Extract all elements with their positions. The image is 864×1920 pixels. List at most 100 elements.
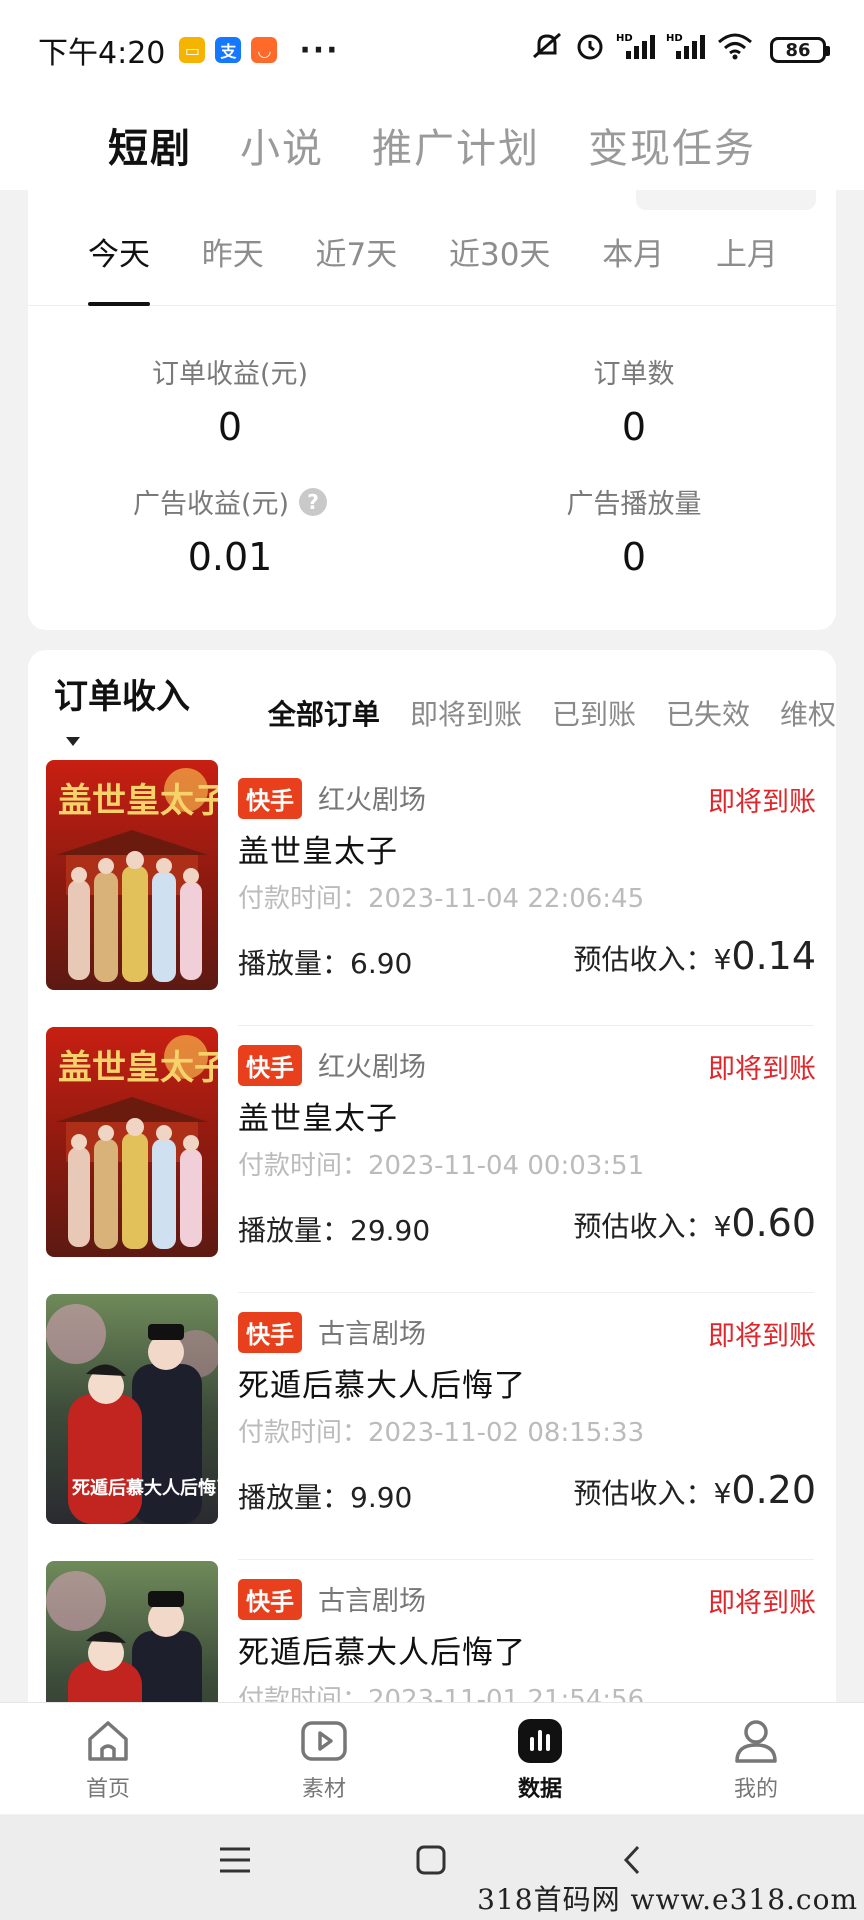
more-notifications-icon: ··· [299, 32, 340, 68]
platform-badge: 快手 [238, 778, 302, 819]
ad-plays-stat: 广告播放量 0 [432, 482, 836, 579]
shopping-app-icon: ◡ [251, 37, 278, 63]
order-item[interactable]: 盖世皇太子 快手 红火剧场 即将到账 盖世皇太子 付款时间：2023-11-04 … [28, 1027, 836, 1293]
cover-title-text: 盖世皇太子 [58, 781, 218, 821]
nav-home[interactable]: 首页 [0, 1703, 216, 1814]
help-icon[interactable]: ? [299, 487, 328, 516]
bottom-nav: 首页 素材 数据 我的 [0, 1702, 864, 1814]
drama-cover-image: 死遁后慕大人后悔了 [46, 1294, 218, 1524]
nav-materials-label: 素材 [301, 1777, 346, 1802]
income-amount: 0.60 [731, 1201, 816, 1245]
status-bar: 下午4:20 ▭ 支 ◡ ··· HD HD 86 [0, 0, 864, 100]
nav-materials[interactable]: 素材 [216, 1703, 432, 1814]
income-label: 预估收入： [573, 1477, 714, 1510]
menu-icon[interactable] [218, 1843, 252, 1881]
currency-symbol: ¥ [713, 1210, 732, 1243]
estimated-income: 预估收入：¥0.20 [574, 1468, 816, 1512]
order-item[interactable]: 盖世皇太子 快手 红火剧场 即将到账 盖世皇太子 付款时间：2023-11-04 … [28, 760, 836, 1026]
drama-cover-image [46, 1561, 218, 1710]
nav-me-label: 我的 [733, 1777, 778, 1802]
date-tab-7days[interactable]: 近7天 [316, 232, 398, 306]
drama-title: 盖世皇太子 [238, 1101, 398, 1137]
income-amount: 0.20 [731, 1468, 816, 1512]
orders-title: 订单收入 [54, 676, 190, 717]
date-range-tabs: 今天 昨天 近7天 近30天 本月 上月 [28, 232, 836, 306]
user-icon [730, 1715, 782, 1767]
orders-title-dropdown[interactable]: 订单收入 [54, 669, 208, 758]
drama-title: 盖世皇太子 [238, 834, 398, 870]
platform-badge: 快手 [238, 1312, 302, 1353]
filter-rights[interactable]: 维权 [780, 693, 836, 733]
video-play-icon [298, 1715, 350, 1767]
theater-name: 红火剧场 [318, 1052, 426, 1083]
theater-name: 古言剧场 [318, 1319, 426, 1350]
order-item[interactable]: 死遁后慕大人后悔了 快手 古言剧场 即将到账 死遁后慕大人后悔了 付款时间：202… [28, 1294, 836, 1560]
order-count-stat: 订单数 0 [432, 352, 836, 449]
ad-income-stat: 广告收益(元) ? 0.01 [28, 482, 432, 579]
pay-time: 付款时间：2023-11-02 08:15:33 [238, 1418, 645, 1448]
income-label: 预估收入： [573, 1210, 714, 1243]
platform-badge: 快手 [238, 1045, 302, 1086]
order-info: 快手 古言剧场 即将到账 死遁后慕大人后悔了 付款时间：2023-11-02 08… [238, 1294, 816, 1560]
filter-received[interactable]: 已到账 [552, 693, 636, 733]
alipay-app-icon: 支 [215, 37, 242, 63]
pay-time: 付款时间：2023-11-04 22:06:45 [238, 884, 645, 914]
order-status: 即将到账 [708, 1054, 816, 1085]
bar-chart-icon [514, 1715, 566, 1767]
order-status: 即将到账 [708, 1588, 816, 1619]
nav-data[interactable]: 数据 [432, 1703, 648, 1814]
order-count-value: 0 [621, 405, 647, 449]
orders-header: 订单收入 全部订单 即将到账 已到账 已失效 维权 [28, 677, 836, 748]
order-count-label: 订单数 [593, 359, 675, 390]
tab-monetize-task[interactable]: 变现任务 [588, 116, 756, 174]
svg-text:HD: HD [666, 33, 683, 44]
watermark: 318首码网 www.e318.com [477, 1883, 858, 1916]
order-filter-tabs: 全部订单 即将到账 已到账 已失效 维权 [268, 693, 836, 733]
order-item[interactable]: 快手 古言剧场 即将到账 死遁后慕大人后悔了 付款时间：2023-11-01 21… [28, 1561, 836, 1710]
ad-plays-value: 0 [621, 535, 647, 579]
currency-symbol: ¥ [713, 1477, 732, 1510]
date-tab-last-month[interactable]: 上月 [716, 232, 778, 306]
play-count: 播放量：29.90 [238, 1209, 430, 1249]
filter-expired[interactable]: 已失效 [666, 693, 750, 733]
date-tab-this-month[interactable]: 本月 [602, 232, 664, 306]
tab-short-drama[interactable]: 短剧 [108, 116, 192, 174]
divider [238, 1292, 814, 1293]
home-square-icon[interactable] [414, 1843, 448, 1881]
play-count-label: 播放量： [238, 1481, 351, 1514]
theater-name: 古言剧场 [318, 1586, 426, 1617]
order-status: 即将到账 [708, 1321, 816, 1352]
filter-pending[interactable]: 即将到账 [410, 693, 522, 733]
mute-icon [530, 31, 564, 69]
date-tab-yesterday[interactable]: 昨天 [202, 232, 264, 306]
estimated-income: 预估收入：¥0.60 [574, 1201, 816, 1245]
divider [238, 1559, 814, 1560]
date-tab-30days[interactable]: 近30天 [449, 232, 550, 306]
play-count: 播放量：9.90 [238, 1476, 412, 1516]
ad-income-label: 广告收益(元) [132, 489, 290, 520]
drama-cover-image: 盖世皇太子 [46, 760, 218, 990]
cover-title-text: 盖世皇太子 [58, 1048, 218, 1088]
scrolled-section-button [636, 190, 816, 210]
ad-income-label-row: 广告收益(元) ? [28, 482, 432, 521]
order-income-stat: 订单收益(元) 0 [28, 352, 432, 449]
drama-cover-image: 盖世皇太子 [46, 1027, 218, 1257]
back-icon[interactable] [616, 1843, 650, 1881]
orders-card: 订单收入 全部订单 即将到账 已到账 已失效 维权 盖世皇太子 快手 红火剧场 … [28, 650, 836, 1710]
cover-title-text: 死遁后慕大人后悔了 [72, 1477, 218, 1499]
home-icon [82, 1715, 134, 1767]
scrolled-section-title [48, 190, 288, 196]
play-count-value: 6.90 [350, 947, 413, 980]
filter-all-orders[interactable]: 全部订单 [268, 693, 380, 733]
drama-title: 死遁后慕大人后悔了 [238, 1635, 526, 1671]
nav-me[interactable]: 我的 [648, 1703, 864, 1814]
tab-promotion-plan[interactable]: 推广计划 [372, 116, 540, 174]
wifi-icon [716, 31, 754, 69]
top-tab-bar: 短剧 小说 推广计划 变现任务 [0, 100, 864, 190]
date-tab-today[interactable]: 今天 [88, 232, 150, 306]
currency-symbol: ¥ [713, 943, 732, 976]
status-time: 下午4:20 [38, 36, 166, 71]
ad-income-value: 0.01 [187, 535, 273, 579]
tab-novel[interactable]: 小说 [240, 116, 324, 174]
nav-home-label: 首页 [85, 1777, 130, 1802]
